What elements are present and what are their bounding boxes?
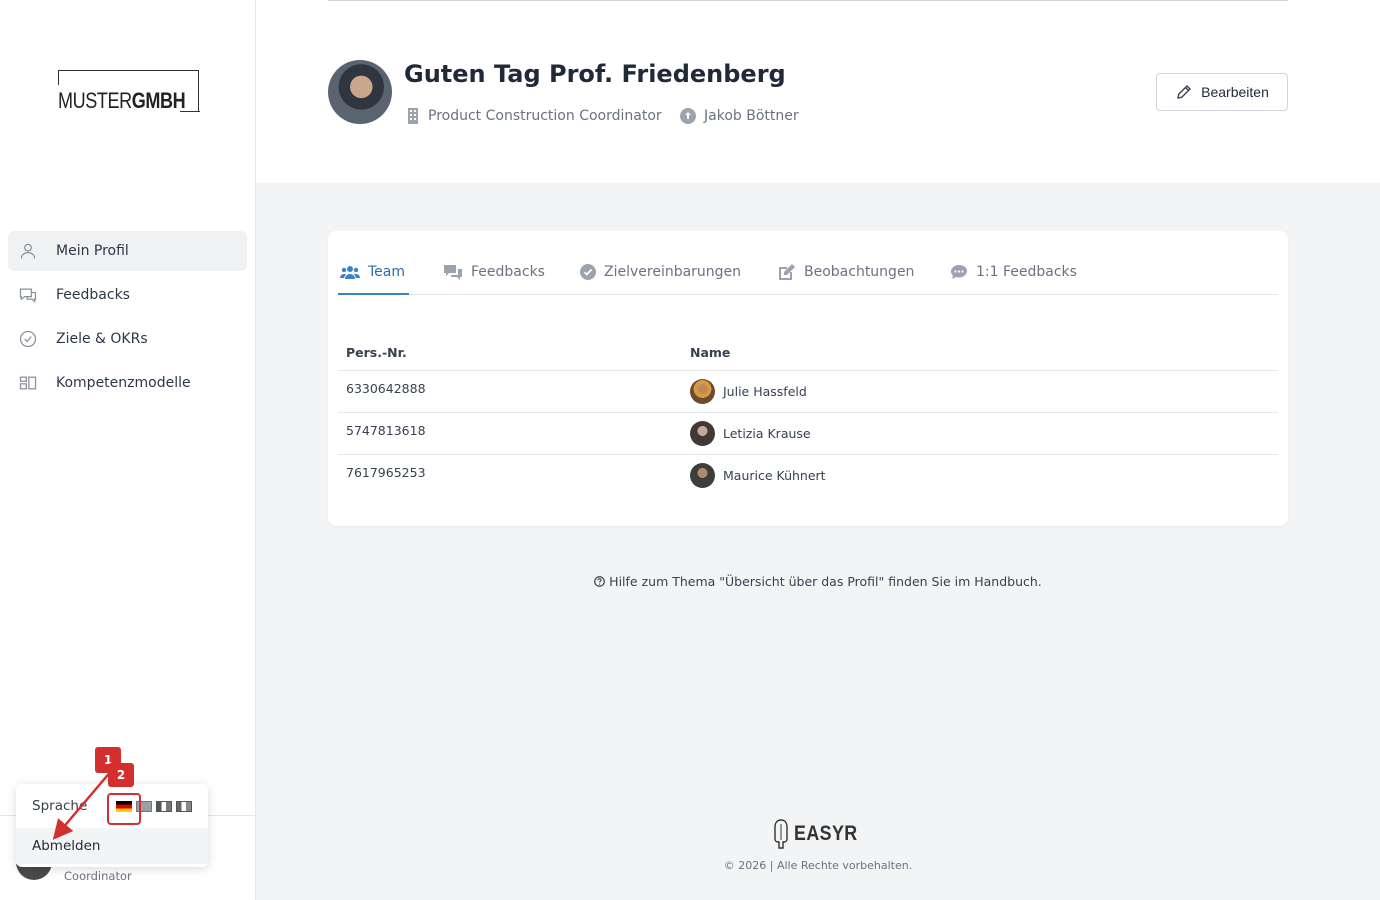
- profile-header: Guten Tag Prof. Friedenberg Product Cons…: [256, 0, 1380, 183]
- avatar: [690, 379, 715, 404]
- cell-name: Letizia Krause: [690, 421, 811, 446]
- tab-zielvereinbarungen[interactable]: Zielvereinbarungen: [580, 249, 741, 295]
- easyr-logo-icon: [774, 819, 788, 849]
- sidebar-item-kompetenzmodelle[interactable]: Kompetenzmodelle: [8, 363, 247, 403]
- column-header-name[interactable]: Name: [690, 345, 730, 360]
- table-header: Pers.-Nr. Name: [338, 339, 1278, 371]
- logo-text: MUSTERGMBH: [58, 88, 186, 113]
- tab-label: Feedbacks: [471, 264, 545, 280]
- flag-fr-icon[interactable]: [156, 801, 172, 812]
- building-icon: [406, 108, 420, 124]
- table-row[interactable]: 6330642888 Julie Hassfeld: [338, 371, 1278, 413]
- modules-icon: [16, 371, 40, 395]
- user-role: Coordinator: [64, 869, 132, 883]
- sidebar-item-label: Kompetenzmodelle: [56, 375, 191, 391]
- table-row[interactable]: 7617965253 Maurice Kühnert: [338, 455, 1278, 497]
- cell-name: Julie Hassfeld: [690, 379, 807, 404]
- flag-it-icon[interactable]: [176, 801, 192, 812]
- logout-button[interactable]: Abmelden: [16, 828, 208, 864]
- supervisor-name: Jakob Böttner: [704, 108, 799, 124]
- tab-1on1-feedbacks[interactable]: 1:1 Feedbacks: [950, 249, 1077, 295]
- tab-team[interactable]: Team: [340, 249, 405, 295]
- help-text: Hilfe zum Thema "Übersicht über das Prof…: [609, 574, 1042, 589]
- annotation-highlight-box: [107, 793, 141, 825]
- tab-bar: Team Feedbacks Zielvereinbarungen Beobac…: [338, 249, 1278, 295]
- edit-button-label: Bearbeiten: [1201, 84, 1269, 100]
- cell-pers-nr: 7617965253: [346, 465, 426, 480]
- comments-icon: [443, 264, 463, 280]
- page-title: Guten Tag Prof. Friedenberg: [404, 60, 786, 88]
- sidebar-item-label: Mein Profil: [56, 243, 129, 259]
- avatar: [690, 421, 715, 446]
- language-label: Sprache: [32, 798, 88, 814]
- member-name: Julie Hassfeld: [723, 384, 807, 399]
- user-icon: [16, 239, 40, 263]
- cell-name: Maurice Kühnert: [690, 463, 826, 488]
- copyright: © 2026 | Alle Rechte vorbehalten.: [723, 859, 913, 872]
- table-row[interactable]: 5747813618 Letizia Krause: [338, 413, 1278, 455]
- avatar: [690, 463, 715, 488]
- tab-label: Zielvereinbarungen: [604, 264, 742, 280]
- profile-avatar: [328, 60, 392, 124]
- footer-logo: EASYR: [772, 818, 869, 850]
- supervisor[interactable]: Jakob Böttner: [680, 108, 799, 124]
- sidebar-nav: Mein Profil Feedbacks Ziele & OKRs Kompe…: [8, 231, 247, 407]
- tab-label: Team: [368, 264, 406, 280]
- check-circle-icon: [16, 327, 40, 351]
- tab-label: 1:1 Feedbacks: [976, 264, 1077, 280]
- question-circle-icon: [594, 576, 606, 587]
- annotation-badge-2: 2: [108, 763, 134, 787]
- footer-brand: EASYR: [794, 822, 858, 845]
- team-icon: [340, 264, 360, 280]
- job-title: Product Construction Coordinator: [406, 108, 662, 124]
- edit-icon: [778, 263, 796, 281]
- team-table: Pers.-Nr. Name 6330642888 Julie Hassfeld…: [338, 339, 1278, 497]
- arrow-up-circle-icon: [680, 108, 696, 124]
- tab-beobachtungen[interactable]: Beobachtungen: [778, 249, 914, 295]
- cell-pers-nr: 6330642888: [346, 381, 426, 396]
- header-divider: [328, 0, 1288, 1]
- help-link[interactable]: Hilfe zum Thema "Übersicht über das Prof…: [256, 574, 1380, 589]
- cell-pers-nr: 5747813618: [346, 423, 426, 438]
- column-header-pers-nr[interactable]: Pers.-Nr.: [346, 345, 407, 360]
- company-logo[interactable]: MUSTERGMBH: [58, 70, 200, 113]
- sidebar-item-ziele-okrs[interactable]: Ziele & OKRs: [8, 319, 247, 359]
- check-circle-icon: [580, 264, 596, 280]
- pencil-icon: [1177, 85, 1192, 99]
- tab-label: Beobachtungen: [804, 264, 915, 280]
- member-name: Maurice Kühnert: [723, 468, 826, 483]
- edit-button[interactable]: Bearbeiten: [1156, 73, 1288, 111]
- profile-card: Team Feedbacks Zielvereinbarungen Beobac…: [328, 231, 1288, 526]
- sidebar-item-label: Ziele & OKRs: [56, 331, 148, 347]
- job-title-text: Product Construction Coordinator: [428, 108, 662, 124]
- sidebar-item-label: Feedbacks: [56, 287, 130, 303]
- comment-dots-icon: [950, 264, 968, 280]
- sidebar-item-mein-profil[interactable]: Mein Profil: [8, 231, 247, 271]
- sidebar-item-feedbacks[interactable]: Feedbacks: [8, 275, 247, 315]
- active-tab-indicator: [338, 293, 409, 295]
- tab-feedbacks[interactable]: Feedbacks: [443, 249, 545, 295]
- chat-bubbles-icon: [16, 283, 40, 307]
- member-name: Letizia Krause: [723, 426, 811, 441]
